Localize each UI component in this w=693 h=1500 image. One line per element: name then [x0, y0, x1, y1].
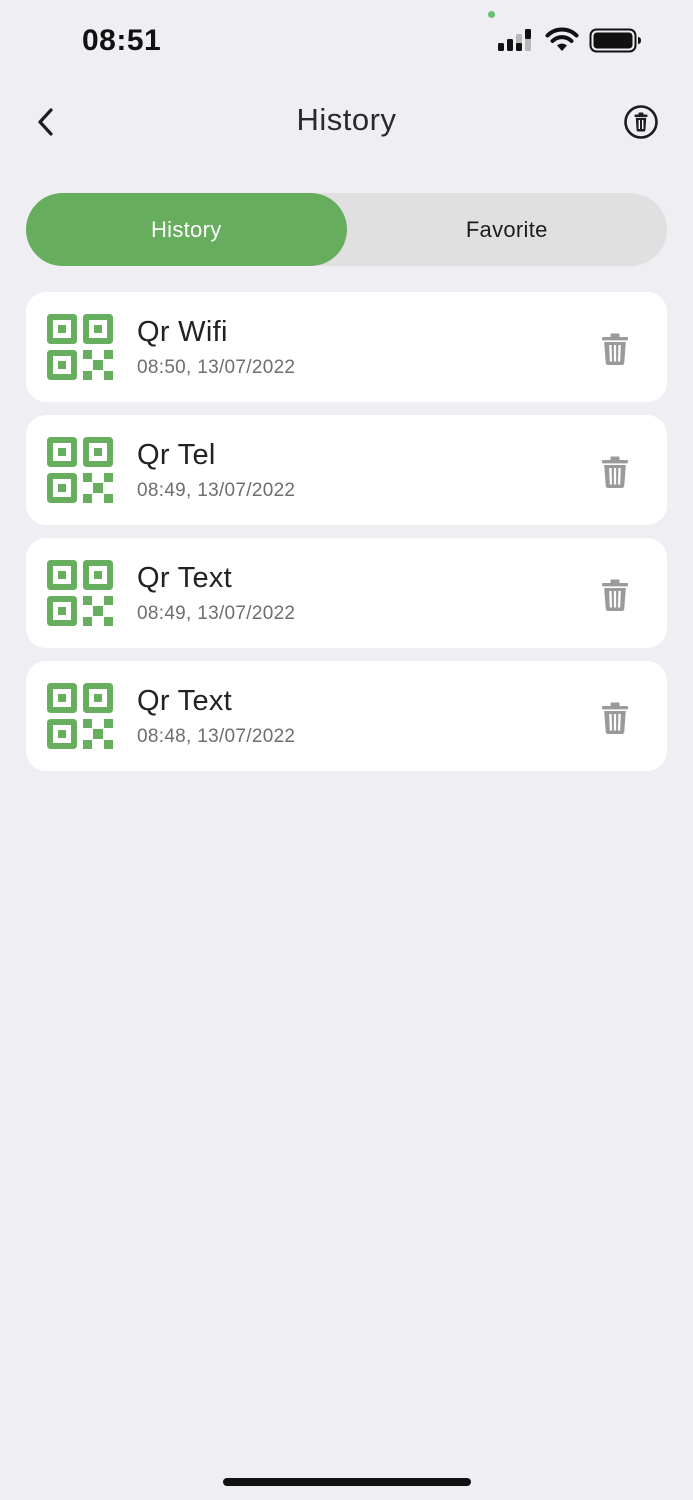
privacy-indicator-dot [488, 11, 495, 18]
history-list: Qr Wifi 08:50, 13/07/2022 Qr Tel 08:49, … [26, 292, 667, 784]
history-item[interactable]: Qr Tel 08:49, 13/07/2022 [26, 415, 667, 525]
trash-circle-icon [624, 105, 658, 139]
delete-item-button[interactable] [600, 701, 630, 735]
battery-icon [589, 28, 641, 53]
tab-favorite[interactable]: Favorite [347, 193, 668, 266]
delete-item-button[interactable] [600, 332, 630, 366]
item-title: Qr Tel [137, 439, 216, 471]
item-timestamp: 08:48, 13/07/2022 [137, 726, 296, 747]
item-title: Qr Text [137, 562, 233, 594]
nav-bar: History [0, 88, 693, 156]
item-timestamp: 08:49, 13/07/2022 [137, 603, 296, 624]
trash-icon [602, 702, 628, 734]
qr-code-icon [47, 683, 113, 749]
item-timestamp: 08:50, 13/07/2022 [137, 357, 296, 378]
item-title: Qr Text [137, 685, 233, 717]
tab-history[interactable]: History [26, 193, 347, 266]
history-favorite-segmented-control: History Favorite [26, 193, 667, 266]
delete-item-button[interactable] [600, 578, 630, 612]
trash-icon [602, 333, 628, 365]
qr-code-icon [47, 314, 113, 380]
status-time: 08:51 [82, 24, 162, 57]
clear-history-button[interactable] [620, 101, 662, 143]
trash-icon [602, 579, 628, 611]
page-title: History [296, 102, 397, 137]
delete-item-button[interactable] [600, 455, 630, 489]
signal-icon [498, 29, 531, 51]
history-item[interactable]: Qr Wifi 08:50, 13/07/2022 [26, 292, 667, 402]
qr-code-icon [47, 437, 113, 503]
wifi-icon [545, 27, 579, 51]
home-indicator[interactable] [223, 1478, 471, 1486]
history-item[interactable]: Qr Text 08:48, 13/07/2022 [26, 661, 667, 771]
status-bar: 08:51 [0, 0, 693, 80]
trash-icon [602, 456, 628, 488]
item-timestamp: 08:49, 13/07/2022 [137, 480, 296, 501]
qr-code-icon [47, 560, 113, 626]
item-title: Qr Wifi [137, 316, 228, 348]
history-item[interactable]: Qr Text 08:49, 13/07/2022 [26, 538, 667, 648]
